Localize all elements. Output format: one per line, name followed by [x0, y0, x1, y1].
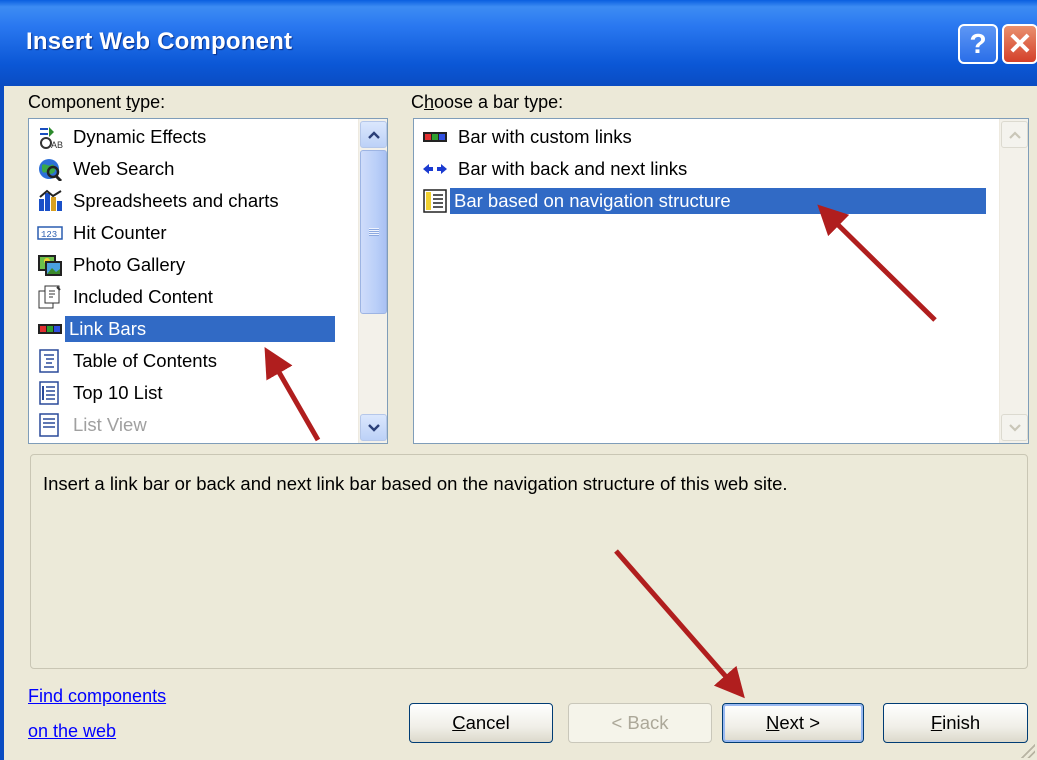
list-view-icon	[35, 412, 65, 438]
list-item-bar-custom-links[interactable]: Bar with custom links	[414, 121, 994, 152]
resize-grip[interactable]	[1017, 740, 1035, 758]
bar-type-label: Choose a bar type:	[411, 92, 564, 112]
close-button[interactable]: ✕	[1002, 24, 1037, 64]
list-item-hit-counter[interactable]: 123 Hit Counter	[29, 217, 359, 248]
list-item-dynamic-effects[interactable]: AB Dynamic Effects	[29, 121, 359, 152]
find-components-link-line2[interactable]: on the web	[28, 721, 116, 742]
component-type-label: Component type:	[28, 92, 166, 112]
chevron-down-icon	[367, 423, 380, 432]
top-10-list-icon	[35, 380, 65, 406]
cancel-button[interactable]: Cancel	[409, 703, 553, 743]
list-item-spreadsheets[interactable]: Spreadsheets and charts	[29, 185, 359, 216]
description-text: Insert a link bar or back and next link …	[43, 473, 788, 494]
chevron-up-icon	[1008, 130, 1021, 139]
description-panel: Insert a link bar or back and next link …	[30, 454, 1028, 669]
scroll-thumb[interactable]	[360, 150, 387, 314]
navigation-structure-icon	[420, 188, 450, 214]
photo-gallery-icon	[35, 252, 65, 278]
scroll-up-button[interactable]	[360, 121, 387, 148]
link-bars-icon	[35, 316, 65, 342]
help-button[interactable]: ?	[958, 24, 998, 64]
window-title: Insert Web Component	[26, 28, 293, 55]
bar-type-list[interactable]: Bar with custom links Bar with back and …	[413, 118, 1029, 444]
hit-counter-icon: 123	[35, 220, 65, 246]
list-item-photo-gallery[interactable]: Photo Gallery	[29, 249, 359, 280]
web-search-icon	[35, 156, 65, 182]
list-item-table-of-contents[interactable]: Table of Contents	[29, 345, 359, 376]
scroll-up-button[interactable]	[1001, 121, 1028, 148]
list-item-link-bars[interactable]: Link Bars	[29, 313, 359, 344]
custom-links-icon	[420, 124, 450, 150]
finish-button[interactable]: Finish	[883, 703, 1028, 743]
component-type-list[interactable]: AB Dynamic Effects Web Search Spreadshee…	[28, 118, 388, 444]
close-icon: ✕	[1007, 27, 1033, 61]
dynamic-effects-icon: AB	[35, 124, 65, 150]
scroll-down-button[interactable]	[1001, 414, 1028, 441]
list-item-top-10-list[interactable]: Top 10 List	[29, 377, 359, 408]
list-item-list-view[interactable]: List View	[29, 409, 359, 440]
spreadsheets-icon	[35, 188, 65, 214]
next-button[interactable]: Next >	[722, 703, 864, 743]
back-button[interactable]: < Back	[568, 703, 712, 743]
scroll-down-button[interactable]	[360, 414, 387, 441]
bar-type-list-scrollbar[interactable]	[999, 119, 1028, 443]
list-item-web-search[interactable]: Web Search	[29, 153, 359, 184]
list-item-bar-navigation-structure[interactable]: Bar based on navigation structure	[414, 185, 994, 216]
chevron-up-icon	[367, 130, 380, 139]
chevron-down-icon	[1008, 423, 1021, 432]
help-icon: ?	[969, 28, 987, 59]
svg-text:123: 123	[41, 230, 57, 240]
list-item-included-content[interactable]: Included Content	[29, 281, 359, 312]
title-bar: Insert Web Component ? ✕	[0, 0, 1037, 86]
back-next-arrows-icon	[420, 156, 450, 182]
included-content-icon	[35, 284, 65, 310]
table-of-contents-icon	[35, 348, 65, 374]
component-list-scrollbar[interactable]	[358, 119, 387, 443]
svg-text:AB: AB	[51, 140, 63, 149]
find-components-link[interactable]: Find components	[28, 686, 166, 707]
list-item-bar-back-next[interactable]: Bar with back and next links	[414, 153, 994, 184]
